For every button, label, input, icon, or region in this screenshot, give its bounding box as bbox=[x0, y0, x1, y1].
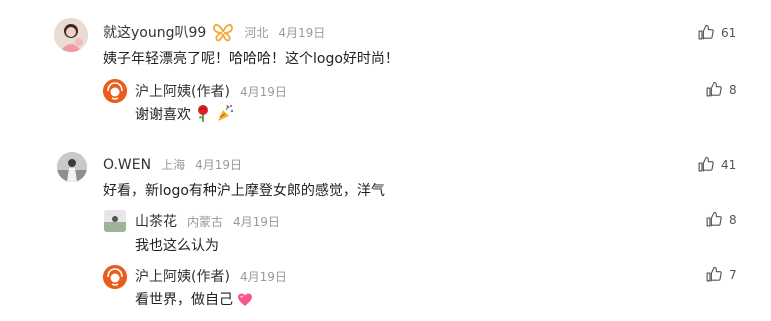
reply-author[interactable]: 沪上阿姨(作者) bbox=[135, 81, 230, 101]
reply-text: 我也这么认为 bbox=[135, 238, 219, 254]
user-avatar[interactable] bbox=[54, 18, 88, 52]
author-avatar[interactable] bbox=[103, 79, 127, 103]
thumbs-up-icon bbox=[706, 211, 722, 227]
like-count: 8 bbox=[729, 82, 737, 97]
reply-location: 内蒙古 bbox=[187, 214, 224, 229]
thumbs-up-icon bbox=[698, 156, 714, 172]
reply-text-content: 看世界，做自己 bbox=[135, 292, 233, 308]
comment-location: 河北 bbox=[244, 25, 269, 40]
like-button[interactable]: 41 bbox=[697, 156, 736, 173]
user-avatar[interactable] bbox=[104, 210, 126, 232]
comment-date: 4月19日 bbox=[278, 25, 326, 40]
rose-emoji bbox=[195, 104, 211, 126]
like-button[interactable]: 8 bbox=[705, 81, 737, 98]
comment-location: 上海 bbox=[161, 158, 186, 172]
like-count: 41 bbox=[721, 157, 737, 172]
reply-text: 谢谢喜欢 bbox=[135, 104, 234, 126]
like-count: 7 bbox=[729, 267, 737, 282]
like-button[interactable]: 7 bbox=[705, 266, 737, 283]
reply-text: 看世界，做自己 bbox=[135, 289, 253, 311]
comment-author[interactable]: 就这young叭99 bbox=[103, 22, 206, 42]
like-button[interactable]: 61 bbox=[697, 24, 736, 41]
like-count: 61 bbox=[721, 25, 737, 40]
comment-date: 4月19日 bbox=[195, 158, 242, 172]
comment-text: 好看，新logo有种沪上摩登女郎的感觉，洋气 bbox=[103, 183, 385, 199]
reply-date: 4月19日 bbox=[239, 269, 287, 284]
reply-date: 4月19日 bbox=[239, 84, 287, 99]
butterfly-badge-icon bbox=[212, 22, 234, 42]
user-avatar[interactable] bbox=[57, 152, 87, 182]
party-popper-emoji bbox=[216, 104, 234, 126]
pink-heart-emoji bbox=[237, 292, 253, 311]
reply-author[interactable]: 山茶花 bbox=[135, 211, 177, 231]
comment-text: 姨子年轻漂亮了呢！哈哈哈！这个logo好时尚！ bbox=[103, 51, 399, 67]
thumbs-up-icon bbox=[706, 81, 722, 97]
reply-author[interactable]: 沪上阿姨(作者) bbox=[135, 266, 230, 286]
like-count: 8 bbox=[729, 212, 737, 227]
like-button[interactable]: 8 bbox=[705, 211, 737, 228]
thumbs-up-icon bbox=[698, 24, 714, 40]
reply-text-content: 谢谢喜欢 bbox=[135, 107, 191, 123]
thumbs-up-icon bbox=[706, 266, 722, 282]
author-avatar[interactable] bbox=[103, 265, 127, 289]
reply-date: 4月19日 bbox=[233, 214, 280, 229]
comment-author[interactable]: O.WEN bbox=[103, 157, 151, 173]
